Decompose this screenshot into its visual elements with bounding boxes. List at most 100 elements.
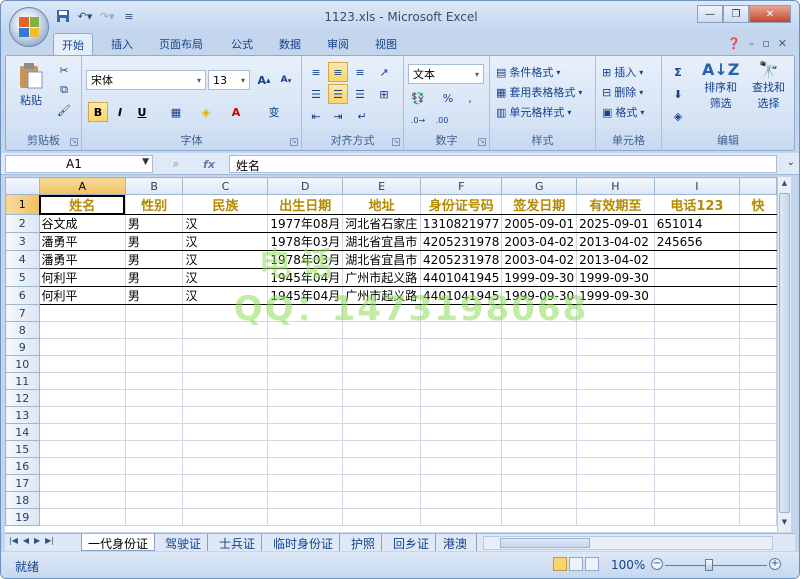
sheet-tab-temp-id[interactable]: 临时身份证 [267, 534, 341, 551]
table-cell[interactable] [182, 406, 269, 424]
comma-button[interactable]: , [460, 88, 480, 108]
table-cell[interactable] [653, 372, 741, 390]
align-center-icon[interactable]: ☰ [328, 84, 348, 104]
table-cell[interactable] [501, 338, 578, 356]
insert-function-icon[interactable]: fx [203, 158, 215, 171]
table-cell[interactable] [501, 423, 578, 441]
table-cell[interactable] [182, 389, 269, 407]
table-cell[interactable] [38, 406, 126, 424]
office-button[interactable] [9, 7, 49, 47]
table-cell[interactable] [576, 355, 655, 373]
table-cell[interactable] [342, 355, 422, 373]
table-cell[interactable] [38, 440, 126, 458]
clipboard-launcher-icon[interactable]: ↘ [70, 138, 78, 146]
table-cell[interactable] [739, 286, 777, 305]
table-cell[interactable] [267, 338, 344, 356]
align-top-icon[interactable]: ≡ [306, 62, 326, 82]
table-cell[interactable]: 男 [124, 286, 184, 305]
header-cell[interactable]: 身份证号码 [420, 194, 503, 215]
table-cell[interactable]: 1999-09-30 [576, 268, 655, 287]
number-launcher-icon[interactable]: ↘ [478, 138, 486, 146]
table-cell[interactable] [420, 321, 503, 339]
table-cell[interactable] [342, 372, 422, 390]
horizontal-scroll-thumb[interactable] [500, 538, 590, 548]
table-cell[interactable] [342, 423, 422, 441]
table-cell[interactable] [420, 440, 503, 458]
table-cell[interactable] [124, 372, 184, 390]
wrap-text-icon[interactable]: ↵ [352, 106, 372, 126]
header-cell[interactable]: 出生日期 [267, 194, 344, 215]
table-cell[interactable] [576, 457, 655, 475]
row-header[interactable]: 8 [5, 321, 40, 339]
maximize-button[interactable]: ❐ [723, 5, 749, 23]
table-cell[interactable] [124, 423, 184, 441]
table-cell[interactable] [420, 457, 503, 475]
header-cell[interactable]: 姓名 [38, 194, 126, 215]
column-header[interactable]: F [420, 177, 503, 195]
table-cell[interactable] [653, 406, 741, 424]
table-cell[interactable] [653, 491, 741, 509]
table-cell[interactable]: 何利平 [38, 286, 126, 305]
fill-color-icon[interactable]: ◈ [196, 102, 216, 122]
shrink-font-icon[interactable]: A ▾ [276, 70, 296, 90]
table-cell[interactable]: 2013-04-02 [576, 250, 655, 269]
sheet-tab-driver-license[interactable]: 驾驶证 [159, 534, 209, 551]
format-cells-button[interactable]: ▣ 格式 ▾ [602, 104, 644, 120]
align-right-icon[interactable]: ☰ [350, 84, 370, 104]
font-size-select[interactable]: 13 ▾ [208, 70, 250, 90]
table-cell[interactable] [653, 338, 741, 356]
table-cell[interactable]: 男 [124, 214, 184, 233]
table-cell[interactable] [342, 304, 422, 322]
table-cell[interactable] [739, 268, 777, 287]
table-cell[interactable] [267, 457, 344, 475]
row-header[interactable]: 7 [5, 304, 40, 322]
row-header[interactable]: 19 [5, 508, 40, 526]
table-cell[interactable] [576, 440, 655, 458]
table-cell[interactable] [420, 355, 503, 373]
table-cell[interactable]: 651014 [653, 214, 741, 233]
tab-formulas[interactable]: 公式 [231, 36, 253, 52]
table-cell[interactable] [267, 321, 344, 339]
header-cell[interactable]: 签发日期 [501, 194, 578, 215]
header-cell[interactable]: 电话123 [653, 194, 741, 215]
prev-sheet-icon[interactable]: ◀ [23, 536, 29, 545]
table-cell[interactable] [501, 372, 578, 390]
table-cell[interactable]: 广州市起义路 [342, 268, 422, 287]
sheet-tab-hk-macau[interactable]: 港澳 [437, 534, 477, 551]
row-header[interactable]: 2 [5, 214, 40, 233]
table-cell[interactable] [653, 250, 741, 269]
table-cell[interactable] [420, 338, 503, 356]
table-cell[interactable] [38, 338, 126, 356]
table-cell[interactable]: 潘勇平 [38, 250, 126, 269]
borders-icon[interactable]: ▦ [166, 102, 186, 122]
tab-view[interactable]: 视图 [375, 36, 397, 52]
table-cell[interactable] [267, 474, 344, 492]
row-header[interactable]: 1 [5, 194, 40, 215]
table-cell[interactable]: 何利平 [38, 268, 126, 287]
table-cell[interactable]: 245656 [653, 232, 741, 251]
vertical-scroll-thumb[interactable] [779, 193, 790, 513]
row-header[interactable]: 12 [5, 389, 40, 407]
table-cell[interactable] [267, 406, 344, 424]
table-cell[interactable] [739, 406, 777, 424]
table-cell[interactable] [38, 491, 126, 509]
table-cell[interactable]: 2025-09-01 [576, 214, 655, 233]
orientation-icon[interactable]: ↗ [374, 62, 394, 82]
table-cell[interactable] [501, 389, 578, 407]
horizontal-scrollbar[interactable] [483, 536, 773, 550]
table-cell[interactable] [267, 304, 344, 322]
header-cell[interactable]: 快 [739, 194, 777, 215]
autosum-icon[interactable]: Σ [668, 62, 688, 82]
table-cell[interactable] [267, 423, 344, 441]
cell-styles-button[interactable]: ▥ 单元格样式 ▾ [496, 104, 571, 120]
table-cell[interactable] [124, 304, 184, 322]
sheet-tab-home-return[interactable]: 回乡证 [387, 534, 437, 551]
table-cell[interactable] [501, 440, 578, 458]
table-cell[interactable] [124, 355, 184, 373]
table-cell[interactable] [576, 304, 655, 322]
table-cell[interactable] [38, 372, 126, 390]
table-cell[interactable] [38, 508, 126, 526]
table-cell[interactable]: 汉 [182, 286, 269, 305]
row-header[interactable]: 5 [5, 268, 40, 287]
column-header[interactable]: I [653, 177, 741, 195]
